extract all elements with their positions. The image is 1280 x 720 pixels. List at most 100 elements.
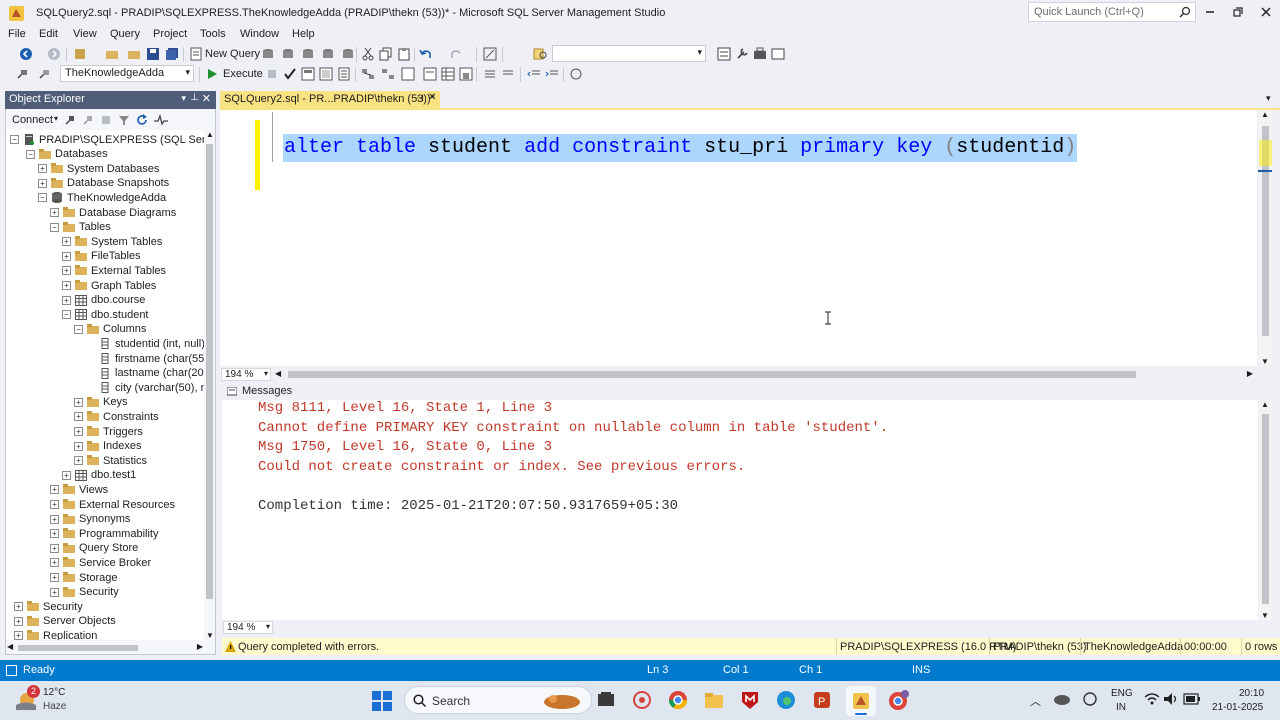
taskbar-search[interactable]: Search xyxy=(404,686,592,714)
find-combo[interactable]: ▾ xyxy=(552,45,706,62)
expand-icon[interactable]: + xyxy=(62,281,71,290)
expand-icon[interactable]: + xyxy=(14,631,23,640)
menu-tools[interactable]: Tools xyxy=(200,28,226,40)
expand-icon[interactable]: + xyxy=(74,397,83,407)
tree-node[interactable]: + Service Broker xyxy=(50,555,151,570)
quick-launch-input[interactable]: Quick Launch (Ctrl+Q) xyxy=(1028,2,1196,22)
meet-now-icon[interactable] xyxy=(1081,691,1099,707)
tree-node[interactable]: + Programmability xyxy=(50,526,158,541)
tree-node[interactable]: + Server Objects xyxy=(14,614,116,629)
tree-node[interactable]: + Triggers xyxy=(74,424,143,439)
window-layout-button[interactable] xyxy=(770,46,786,62)
chrome-icon[interactable] xyxy=(668,690,688,710)
increase-indent-button[interactable] xyxy=(544,66,560,82)
open-button[interactable] xyxy=(126,46,142,62)
decrease-indent-button[interactable] xyxy=(526,66,542,82)
collapse-icon[interactable]: − xyxy=(10,135,19,144)
expand-icon[interactable]: + xyxy=(50,485,59,495)
results-to-text-button[interactable] xyxy=(422,66,438,82)
cut-button[interactable] xyxy=(360,46,376,62)
new-project-button[interactable] xyxy=(72,46,88,62)
expand-icon[interactable]: + xyxy=(50,587,59,597)
undo-button[interactable] xyxy=(418,46,434,62)
messages-pane[interactable]: Msg 8111, Level 16, State 1, Line 3 Canno… xyxy=(222,400,1258,620)
expand-icon[interactable]: + xyxy=(50,500,59,509)
editor-selection-margin[interactable] xyxy=(220,110,249,366)
query-options-button[interactable] xyxy=(318,66,334,82)
activity-monitor-icon[interactable] xyxy=(154,114,168,126)
collapse-icon[interactable]: − xyxy=(74,324,83,334)
tree-node[interactable]: + dbo.course xyxy=(62,293,145,308)
maximize-button[interactable] xyxy=(1226,2,1250,22)
object-explorer-horizontal-scrollbar[interactable]: ◀ ▶ xyxy=(6,641,204,654)
tree-node[interactable]: + External Resources xyxy=(50,497,175,512)
wifi-icon[interactable] xyxy=(1144,692,1160,706)
menu-help[interactable]: Help xyxy=(292,28,315,40)
specify-template-values-button[interactable] xyxy=(568,66,584,82)
battery-icon[interactable] xyxy=(1183,693,1201,705)
menu-query[interactable]: Query xyxy=(110,28,140,40)
connect-dropdown[interactable]: Connect xyxy=(12,114,53,126)
chrome-profile-icon[interactable] xyxy=(888,690,910,712)
show-hidden-icons-icon[interactable]: ︿ xyxy=(1030,693,1041,709)
volume-icon[interactable] xyxy=(1163,692,1179,706)
ssms-taskbar-button[interactable] xyxy=(846,686,876,716)
expand-icon[interactable]: + xyxy=(74,441,83,451)
tree-node[interactable]: + Synonyms xyxy=(50,512,130,527)
tree-node[interactable]: + Storage xyxy=(50,570,118,585)
connect-plug-icon[interactable] xyxy=(64,114,76,126)
expand-icon[interactable]: + xyxy=(50,529,59,539)
cancel-query-button[interactable] xyxy=(264,66,280,82)
connect-button[interactable] xyxy=(14,66,30,82)
expand-icon[interactable]: + xyxy=(50,543,59,553)
tree-node[interactable]: + Graph Tables xyxy=(62,278,156,293)
navigate-button[interactable] xyxy=(482,46,498,62)
expand-icon[interactable]: + xyxy=(62,295,71,305)
comment-button[interactable] xyxy=(482,66,498,82)
collapse-icon[interactable]: − xyxy=(38,193,47,203)
object-explorer-vertical-scrollbar[interactable]: ▲ ▼ xyxy=(204,130,215,640)
minimize-button[interactable] xyxy=(1198,2,1222,22)
close-tab-icon[interactable]: ✕ xyxy=(428,92,436,103)
tree-node[interactable]: + System Databases xyxy=(38,161,159,176)
pin-tab-icon[interactable]: ⊣ xyxy=(416,93,424,104)
editor-zoom-select[interactable]: 194 % ▾ xyxy=(221,368,271,381)
tree-node[interactable]: + FileTables xyxy=(62,249,141,264)
expand-icon[interactable]: + xyxy=(62,470,71,480)
tree-node[interactable]: + Constraints xyxy=(74,409,159,424)
messages-vertical-scrollbar[interactable]: ▲ ▼ xyxy=(1259,400,1272,620)
save-all-button[interactable] xyxy=(164,46,180,62)
tree-node[interactable]: + Database Snapshots xyxy=(38,176,169,191)
include-plan-button[interactable] xyxy=(360,66,376,82)
tree-node[interactable]: studentid (int, null) xyxy=(86,336,204,351)
uncomment-button[interactable] xyxy=(500,66,516,82)
stop-icon[interactable] xyxy=(100,114,112,126)
messages-zoom-select[interactable]: 194 % ▾ xyxy=(223,621,273,634)
messages-tab[interactable]: Messages xyxy=(222,384,292,399)
expand-icon[interactable]: + xyxy=(14,602,23,612)
mcafee-icon[interactable] xyxy=(740,690,760,710)
close-panel-icon[interactable]: ✕ xyxy=(202,92,211,105)
menu-view[interactable]: View xyxy=(73,28,97,40)
tree-node[interactable]: − TheKnowledgeAdda xyxy=(38,190,166,205)
panel-menu-icon[interactable]: ▾ xyxy=(181,93,186,104)
menu-window[interactable]: Window xyxy=(240,28,279,40)
expand-icon[interactable]: + xyxy=(50,208,59,217)
expand-icon[interactable]: + xyxy=(50,573,59,582)
paste-button[interactable] xyxy=(396,46,412,62)
forward-button[interactable] xyxy=(46,46,62,62)
execute-button[interactable]: Execute xyxy=(223,68,263,80)
tree-node[interactable]: + Security xyxy=(50,585,119,600)
expand-icon[interactable]: + xyxy=(50,558,59,568)
windows-start-icon[interactable] xyxy=(372,691,392,711)
copy-button[interactable] xyxy=(378,46,394,62)
tree-node[interactable]: − Tables xyxy=(50,220,111,235)
expand-icon[interactable]: + xyxy=(74,456,83,466)
disconnect-icon[interactable] xyxy=(82,114,94,126)
tree-node[interactable]: + Database Diagrams xyxy=(50,205,176,220)
estimated-plan-button[interactable] xyxy=(300,66,316,82)
save-button[interactable] xyxy=(145,46,161,62)
task-view-icon[interactable] xyxy=(596,690,616,710)
expand-icon[interactable]: + xyxy=(62,266,71,276)
client-stats-button[interactable] xyxy=(400,66,416,82)
